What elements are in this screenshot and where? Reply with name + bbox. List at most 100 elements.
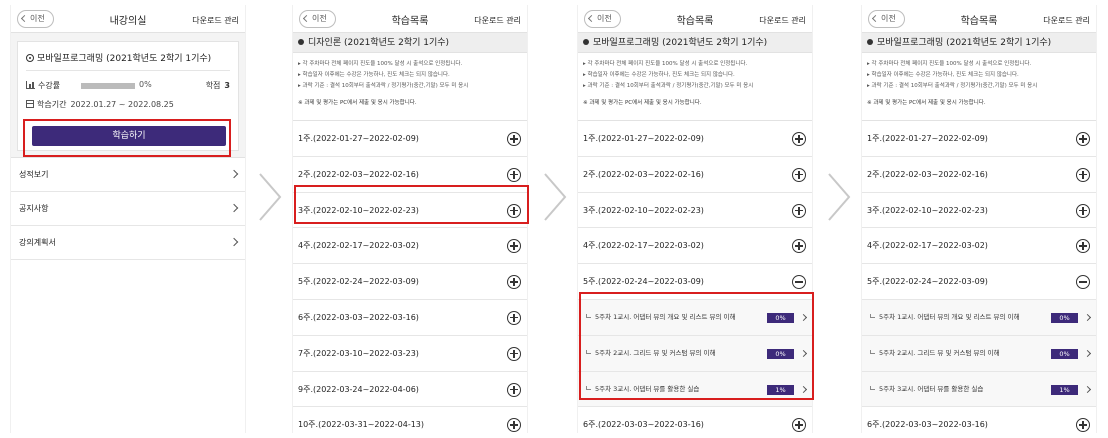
period-row: 학습기간 2022.01.27 ~ 2022.08.25 [26,99,174,110]
notice-line: ▸ 과락 기준 : 결석 10회부터 출석과락 / 정기평가(중간,기말) 모두… [298,83,469,89]
lesson-progress-badge: 0% [1051,312,1078,323]
header: 이전 내강의실 다운로드 관리 [11,5,245,33]
expand-plus-icon[interactable] [507,382,521,397]
notice-line: ▸ 학습일자 이후에는 수강은 가능하나, 진도 체크는 되지 않습니다. [583,72,735,78]
chevron-right-icon [229,169,239,179]
download-manage-link[interactable]: 다운로드 관리 [474,15,521,26]
screen-study-list-expanded: 이전 학습목록 다운로드 관리 모바일프로그래밍 (2021학년도 2학기 1기… [577,5,813,433]
week-row[interactable]: 5주.(2022-02-24~2022-03-09) [293,264,527,300]
lesson-progress-badge: 1% [767,384,794,395]
period-value: 2022.01.27 ~ 2022.08.25 [70,100,174,109]
header: 이전 학습목록 다운로드 관리 [578,5,812,33]
lesson-progress-badge: 0% [767,312,794,323]
study-button[interactable]: 학습하기 [32,126,226,146]
expand-plus-icon[interactable] [507,346,521,361]
lesson-row[interactable]: 5주차 2교시. 그리드 뷰 및 커스텀 뷰의 이해 0% [862,335,1096,372]
notice-line: ▸ 각 주차마다 전체 페이지 진도율 100% 달성 시 출석으로 인정됩니다… [298,61,463,67]
expand-plus-icon[interactable] [1076,132,1090,146]
expand-plus-icon[interactable] [792,239,806,254]
expand-plus-icon[interactable] [507,310,521,325]
chevron-right-icon [799,313,808,322]
notice-line: ▸ 학습일자 이후에는 수강은 가능하나, 진도 체크는 되지 않습니다. [867,72,1019,78]
course-dot-icon [26,54,34,62]
lesson-row[interactable]: 5주차 3교시. 어댑터 뷰를 활용한 실습 1% [578,371,812,408]
expand-plus-icon[interactable] [507,418,521,433]
expand-plus-icon[interactable] [792,203,806,218]
course-card: 모바일프로그래밍 (2021학년도 2학기 1기수) 수강률 0% 학점 3 학습… [17,41,239,151]
week-row[interactable]: 3주.(2022-02-10~2022-02-23) [862,193,1096,229]
notice-box: ▸ 각 주차마다 전체 페이지 진도율 100% 달성 시 출석으로 인정됩니다… [862,53,1096,121]
week-row[interactable]: 1주.(2022-01-27~2022-02-09) [862,121,1096,157]
menu-item-syllabus[interactable]: 강의계획서 [11,226,245,260]
header: 이전 학습목록 다운로드 관리 [293,5,527,33]
week-row[interactable]: 3주.(2022-02-10~2022-02-23) [578,193,812,229]
week-row[interactable]: 1주.(2022-01-27~2022-02-09) [293,121,527,157]
notice-box: ▸ 각 주차마다 전체 페이지 진도율 100% 달성 시 출석으로 인정됩니다… [578,53,812,121]
menu-item-grades[interactable]: 성적보기 [11,158,245,192]
expand-plus-icon[interactable] [792,132,806,146]
divider [26,70,230,71]
lesson-row[interactable]: 5주차 1교시. 어댑터 뷰의 개요 및 리스트 뷰의 이해 0% [862,299,1096,336]
lesson-progress-badge: 0% [767,348,794,359]
week-row[interactable]: 1주.(2022-01-27~2022-02-09) [578,121,812,157]
bullet-icon [867,39,873,45]
header: 이전 학습목록 다운로드 관리 [862,5,1096,33]
download-manage-link[interactable]: 다운로드 관리 [1043,15,1090,26]
week-row[interactable]: 4주.(2022-02-17~2022-03-02) [862,228,1096,265]
notice-line: ▸ 학습일자 이후에는 수강은 가능하나, 진도 체크는 되지 않습니다. [298,72,450,78]
week-row[interactable]: 6주.(2022-03-03~2022-03-16) [293,300,527,336]
sub-item-icon [586,313,591,318]
download-manage-link[interactable]: 다운로드 관리 [192,15,239,26]
calendar-icon [26,100,34,108]
chevron-right-icon [1083,313,1092,322]
week-row[interactable]: 6주.(2022-03-03~2022-03-16) [578,407,812,433]
lesson-row[interactable]: 5주차 2교시. 그리드 뷰 및 커스텀 뷰의 이해 0% [578,335,812,372]
expand-plus-icon[interactable] [507,203,521,218]
progress-label: 수강률 [38,81,61,90]
collapse-minus-icon[interactable] [792,275,806,290]
collapse-minus-icon[interactable] [1076,275,1090,290]
week-row[interactable]: 4주.(2022-02-17~2022-03-02) [578,228,812,265]
progress-row: 수강률 0% 학점 3 [26,80,230,92]
menu-item-notices[interactable]: 공지사항 [11,192,245,226]
chevron-right-icon [1083,385,1092,393]
week-row[interactable]: 6주.(2022-03-03~2022-03-16) [862,407,1096,433]
notice-line: ▸ 각 주차마다 전체 페이지 진도율 100% 달성 시 출석으로 인정됩니다… [867,61,1032,67]
course-section-title: 모바일프로그래밍 (2021학년도 2학기 1기수) [578,33,812,53]
expand-plus-icon[interactable] [1076,418,1090,433]
week-row-expanded[interactable]: 5주.(2022-02-24~2022-03-09) [862,264,1096,300]
credit-info: 학점 3 [205,81,230,90]
week-row[interactable]: 2주.(2022-02-03~2022-02-16) [862,157,1096,193]
week-row[interactable]: 2주.(2022-02-03~2022-02-16) [293,157,527,193]
period-label: 학습기간 [37,100,67,109]
download-manage-link[interactable]: 다운로드 관리 [759,15,806,26]
expand-plus-icon[interactable] [792,167,806,182]
notice-line: ※ 과제 및 평가는 PC에서 제출 및 응시 가능합니다. [583,100,702,106]
expand-plus-icon[interactable] [1076,203,1090,218]
expand-plus-icon[interactable] [507,275,521,290]
step-arrow-icon [258,172,282,222]
week-row[interactable]: 3주.(2022-02-10~2022-02-23) [293,193,527,229]
sub-item-icon [586,349,591,354]
lesson-row[interactable]: 5주차 3교시. 어댑터 뷰를 활용한 실습 1% [862,371,1096,408]
week-row[interactable]: 9주.(2022-03-24~2022-04-06) [293,372,527,408]
expand-plus-icon[interactable] [1076,167,1090,182]
lesson-row[interactable]: 5주차 1교시. 어댑터 뷰의 개요 및 리스트 뷰의 이해 0% [578,299,812,336]
notice-line: ※ 과제 및 평가는 PC에서 제출 및 응시 가능합니다. [867,100,986,106]
week-row[interactable]: 10주.(2022-03-31~2022-04-13) [293,407,527,433]
expand-plus-icon[interactable] [507,239,521,254]
expand-plus-icon[interactable] [507,132,521,146]
expand-plus-icon[interactable] [507,167,521,182]
expand-plus-icon[interactable] [1076,239,1090,254]
expand-plus-icon[interactable] [792,418,806,433]
week-row[interactable]: 7주.(2022-03-10~2022-03-23) [293,336,527,372]
week-row-expanded[interactable]: 5주.(2022-02-24~2022-03-09) [578,264,812,300]
course-section-title: 모바일프로그래밍 (2021학년도 2학기 1기수) [862,33,1096,53]
sub-item-icon [586,385,591,390]
course-title[interactable]: 모바일프로그래밍 (2021학년도 2학기 1기수) [26,51,211,64]
week-row[interactable]: 4주.(2022-02-17~2022-03-02) [293,228,527,265]
step-arrow-icon [543,172,567,222]
chevron-right-icon [799,385,808,393]
progress-value: 0% [139,80,152,89]
week-row[interactable]: 2주.(2022-02-03~2022-02-16) [578,157,812,193]
